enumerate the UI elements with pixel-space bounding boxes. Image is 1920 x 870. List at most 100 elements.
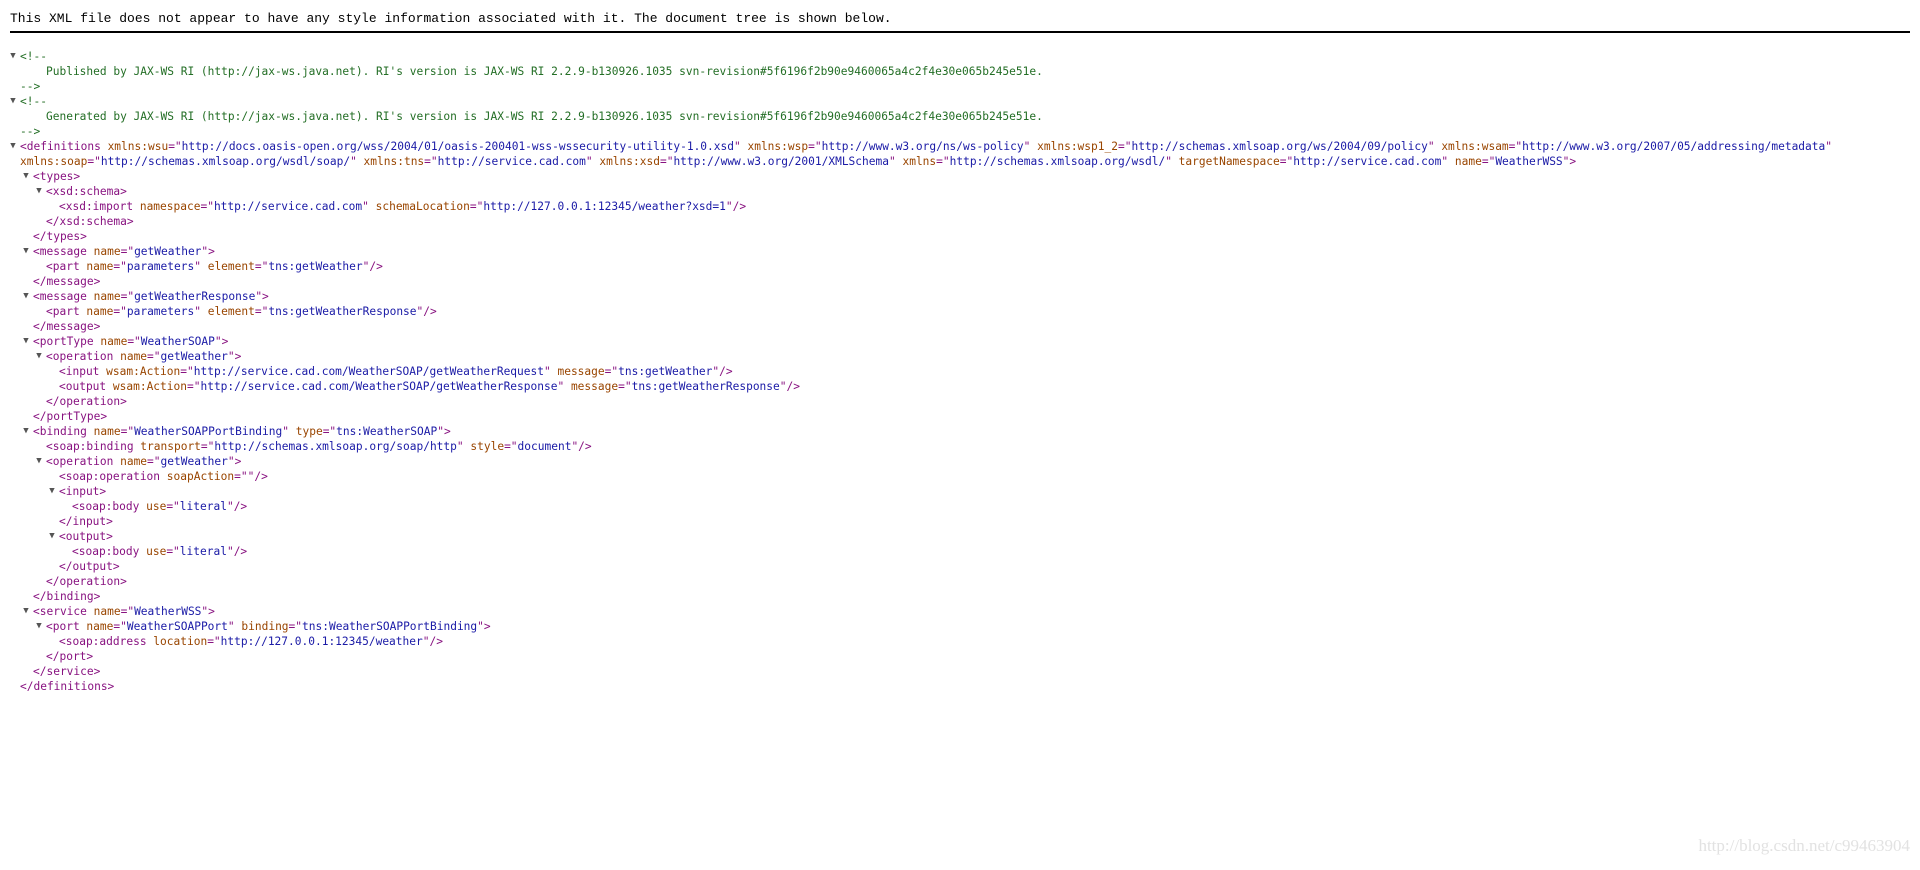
xml-attribute-name: location <box>153 635 208 648</box>
xml-attribute-name: name <box>100 335 128 348</box>
xml-line-content: <xsd:schema> <box>46 184 127 199</box>
xml-tree-line: ▼ <port name="WeatherSOAPPort" binding="t… <box>8 619 1913 634</box>
xml-tree-line: </operation> <box>8 574 1913 589</box>
xml-attribute-value: tns:WeatherSOAP <box>336 425 438 438</box>
xml-attribute-value: WeatherSOAPPort <box>126 620 228 633</box>
xml-attribute-name: binding <box>241 620 289 633</box>
xml-attribute-value: getWeather <box>160 455 228 468</box>
xml-tree-line: --> <box>8 79 1913 94</box>
xml-tag-text: "/> <box>247 470 268 483</box>
xml-tag-text: <binding <box>33 425 94 438</box>
xml-tag-text: <message <box>33 245 94 258</box>
xml-tag-text: "/> <box>226 545 248 558</box>
xml-attribute-value: tns:getWeatherResponse <box>631 380 780 393</box>
xml-tag-text: <operation <box>46 455 121 468</box>
xml-tag-text: "> <box>201 245 215 258</box>
xml-tree-line: </port> <box>8 649 1913 664</box>
xml-comment-text: --> <box>20 125 41 138</box>
collapse-triangle-icon[interactable]: ▼ <box>8 49 18 64</box>
xml-line-content: <service name="WeatherWSS"> <box>33 604 215 619</box>
xml-attribute-name: xmlns:tns <box>363 155 425 168</box>
xml-tag-text: <xsd:schema> <box>46 185 127 198</box>
collapse-triangle-icon[interactable]: ▼ <box>47 529 57 544</box>
xml-tag-text: " <box>1427 140 1442 153</box>
xml-tree-line: </operation> <box>8 394 1913 409</box>
xml-attribute-value: http://127.0.0.1:12345/weather <box>220 635 423 648</box>
xml-tag-text: =" <box>120 425 135 438</box>
xml-attribute-name: name <box>93 245 121 258</box>
xml-attribute-value: getWeatherResponse <box>134 290 256 303</box>
xml-line-content: <soap:address location="http://127.0.0.1… <box>59 634 443 649</box>
xml-tag-text: =" <box>618 380 632 393</box>
xml-tag-text: "/> <box>571 440 592 453</box>
xml-attribute-name: xmlns:xsd <box>599 155 660 168</box>
xml-tree-line: </message> <box>8 274 1913 289</box>
xml-tree-line: ▼ <operation name="getWeather"> <box>8 349 1913 364</box>
xml-line-content: --> <box>20 124 40 139</box>
xml-attribute-name: xmlns:soap <box>20 155 88 168</box>
xml-attribute-name: name <box>93 605 121 618</box>
xml-line-content: <binding name="WeatherSOAPPortBinding" t… <box>33 424 451 439</box>
xml-line-content: </definitions> <box>20 679 114 694</box>
xml-line-content: <portType name="WeatherSOAP"> <box>33 334 228 349</box>
xml-tag-text: " <box>194 260 208 273</box>
xml-tag-text: =" <box>166 500 180 513</box>
xml-line-content: <xsd:import namespace="http://service.ca… <box>59 199 746 214</box>
xml-tag-text: </output> <box>59 560 120 573</box>
xml-line-content: <soap:body use="literal"/> <box>72 544 247 559</box>
collapse-triangle-icon[interactable]: ▼ <box>34 349 44 364</box>
collapse-triangle-icon[interactable]: ▼ <box>8 139 18 154</box>
xml-line-content: </operation> <box>46 574 127 589</box>
xml-tag-text: "/> <box>226 500 248 513</box>
collapse-triangle-icon[interactable]: ▼ <box>34 454 44 469</box>
xml-tag-text: " <box>362 200 376 213</box>
blog-watermark: http://blog.csdn.net/c99463904 <box>1698 836 1910 855</box>
collapse-triangle-icon[interactable]: ▼ <box>21 424 31 439</box>
xml-tag-text: " <box>1825 140 1833 153</box>
xml-attribute-value: http://www.w3.org/2001/XMLSchema <box>673 155 889 168</box>
xml-tag-text: </xsd:schema> <box>46 215 134 228</box>
xml-tag-text: </types> <box>33 230 87 243</box>
xml-tag-text: </operation> <box>46 395 127 408</box>
collapse-triangle-icon[interactable]: ▼ <box>21 169 31 184</box>
collapse-triangle-icon[interactable]: ▼ <box>47 484 57 499</box>
xml-attribute-value: http://www.w3.org/2007/05/addressing/met… <box>1522 140 1826 153</box>
xml-tree-line: ▼ <message name="getWeatherResponse"> <box>8 289 1913 304</box>
xml-tree-line: <part name="parameters" element="tns:get… <box>8 304 1913 319</box>
collapse-triangle-icon[interactable]: ▼ <box>21 334 31 349</box>
xml-tag-text: =" <box>120 605 135 618</box>
xml-tag-text: =" <box>120 245 135 258</box>
xml-tag-text: " <box>557 380 571 393</box>
xml-attribute-value: http://service.cad.com <box>437 155 586 168</box>
xml-tag-text: =" <box>1117 140 1132 153</box>
xml-line-content: </binding> <box>33 589 100 604</box>
xml-tag-text: " <box>282 425 296 438</box>
xml-line-content: </types> <box>33 229 87 244</box>
collapse-triangle-icon[interactable]: ▼ <box>34 184 44 199</box>
xml-attribute-value: http://service.cad.com/WeatherSOAP/getWe… <box>193 365 544 378</box>
xml-tree-line: </service> <box>8 664 1913 679</box>
xml-attribute-name: xmlns:wsp1_2 <box>1037 140 1118 153</box>
xml-tag-text: =" <box>1481 155 1496 168</box>
xml-line-content: <soap:operation soapAction=""/> <box>59 469 268 484</box>
xml-tag-text: </port> <box>46 650 94 663</box>
xml-tag-text: <part <box>46 305 87 318</box>
xml-line-content: </operation> <box>46 394 127 409</box>
xml-tree-line: ▼ <!-- <box>8 94 1913 109</box>
xml-tag-text: <soap:body <box>72 500 147 513</box>
xml-tag-text: "> <box>437 425 451 438</box>
xml-attribute-name: wsam:Action <box>106 365 181 378</box>
xml-tree-line: <soap:body use="literal"/> <box>8 544 1913 559</box>
xml-tag-text: " <box>227 620 242 633</box>
xml-tag-text: "> <box>255 290 269 303</box>
collapse-triangle-icon[interactable]: ▼ <box>8 94 18 109</box>
xml-tag-text: <soap:operation <box>59 470 167 483</box>
xml-tree-line: </xsd:schema> <box>8 214 1913 229</box>
collapse-triangle-icon[interactable]: ▼ <box>21 244 31 259</box>
collapse-triangle-icon[interactable]: ▼ <box>34 619 44 634</box>
xml-tree-line: </output> <box>8 559 1913 574</box>
xml-tag-text: =" <box>147 350 161 363</box>
xml-attribute-name: targetNamespace <box>1178 155 1280 168</box>
collapse-triangle-icon[interactable]: ▼ <box>21 604 31 619</box>
collapse-triangle-icon[interactable]: ▼ <box>21 289 31 304</box>
